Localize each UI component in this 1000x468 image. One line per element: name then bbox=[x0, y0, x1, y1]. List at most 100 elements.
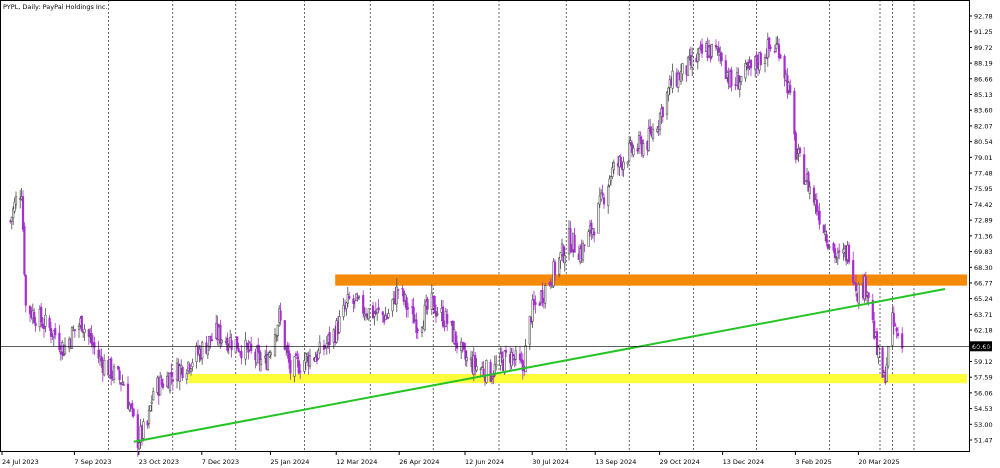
candle-body bbox=[597, 202, 600, 234]
time-axis: 24 Jul 2023 7 Sep 2023 23 Oct 2023 7 Dec 20… bbox=[1, 451, 900, 466]
candle-body bbox=[170, 372, 173, 377]
candle-body bbox=[433, 296, 436, 314]
candle-body bbox=[112, 366, 116, 380]
y-tick-label: 91.25 bbox=[974, 28, 993, 36]
candle-body bbox=[24, 275, 27, 306]
candle-body bbox=[636, 148, 639, 152]
candle-body bbox=[730, 69, 733, 87]
candle-body bbox=[553, 261, 557, 276]
candle-body bbox=[475, 366, 478, 371]
candle-body bbox=[490, 378, 494, 380]
candle-body bbox=[649, 126, 652, 133]
candle-body bbox=[387, 313, 390, 318]
candle-body bbox=[149, 405, 152, 412]
y-tick-label: 57.59 bbox=[974, 374, 993, 382]
candle-body bbox=[838, 250, 841, 253]
candle-body bbox=[122, 384, 125, 386]
y-tick-label: 66.77 bbox=[974, 279, 993, 287]
candle-body bbox=[338, 316, 341, 333]
candle-body bbox=[308, 355, 312, 367]
candle-body bbox=[534, 301, 537, 305]
y-tick-label: 63.71 bbox=[974, 311, 993, 319]
y-tick-label: 89.72 bbox=[974, 44, 993, 52]
candle-body bbox=[602, 197, 606, 205]
candle-body bbox=[436, 313, 439, 316]
candle-body bbox=[793, 90, 796, 135]
candle-body bbox=[266, 354, 270, 370]
candle-body bbox=[220, 339, 223, 343]
y-tick-label: 72.89 bbox=[974, 217, 993, 225]
candle-body bbox=[171, 379, 174, 382]
orange-zone bbox=[335, 274, 967, 286]
y-tick-label: 56.06 bbox=[974, 389, 993, 397]
y-tick-label: 68.30 bbox=[974, 264, 993, 272]
candle-body bbox=[776, 43, 779, 45]
candle-body bbox=[740, 75, 743, 82]
candle-body bbox=[131, 403, 134, 409]
price-chart[interactable]: 60.60 92.7891.2589.7288.1986.6685.1383.6… bbox=[0, 0, 1000, 468]
candle-body bbox=[622, 161, 625, 170]
candle-body bbox=[892, 313, 895, 327]
candle-body bbox=[87, 329, 90, 337]
candle-body bbox=[698, 47, 701, 55]
candle-body bbox=[250, 343, 253, 351]
candle-body bbox=[769, 46, 772, 49]
candle-body bbox=[44, 314, 47, 327]
candle-body bbox=[514, 350, 517, 360]
candle-body bbox=[626, 161, 629, 165]
candle-body bbox=[538, 303, 541, 306]
candle-body bbox=[867, 292, 870, 298]
candle-body bbox=[364, 313, 368, 317]
candle-body bbox=[798, 147, 802, 154]
candle-body bbox=[296, 356, 299, 360]
candle-body bbox=[691, 55, 694, 68]
candle-body bbox=[117, 366, 120, 370]
candle-body bbox=[465, 357, 468, 362]
candle-body bbox=[854, 283, 858, 292]
x-tick-label: 7 Dec 2023 bbox=[202, 458, 239, 466]
candle-body bbox=[808, 186, 811, 194]
candle-body bbox=[259, 359, 263, 366]
x-tick-label: 24 Jul 2023 bbox=[2, 458, 39, 466]
candle-body bbox=[607, 186, 610, 206]
candle-body bbox=[549, 281, 552, 286]
candle-body bbox=[775, 44, 778, 50]
candle-body bbox=[357, 295, 361, 298]
candle-body bbox=[628, 142, 631, 162]
candle-body bbox=[236, 336, 239, 350]
candle-body bbox=[642, 143, 645, 156]
chart-window[interactable]: 60.60 92.78 91.25 89.72 88.19 86.66 85.13 83.6… bbox=[0, 0, 1000, 468]
candle-body bbox=[58, 332, 61, 350]
candle-body bbox=[150, 401, 153, 404]
candle-body bbox=[887, 346, 890, 367]
candle-body bbox=[661, 107, 664, 118]
candle-body bbox=[455, 342, 459, 349]
candle-body bbox=[612, 162, 615, 171]
candle-body bbox=[773, 50, 776, 53]
candle-body bbox=[33, 312, 36, 323]
y-tick-label: 65.24 bbox=[974, 295, 993, 303]
candle-body bbox=[479, 368, 482, 370]
candle-body bbox=[348, 295, 351, 299]
x-tick-label: 13 Dec 2024 bbox=[723, 458, 765, 466]
y-tick-label: 71.36 bbox=[974, 232, 993, 240]
candle-body bbox=[570, 249, 573, 253]
y-tick-label: 82.07 bbox=[974, 122, 993, 130]
yellow-zone bbox=[188, 374, 967, 384]
candle-body bbox=[503, 350, 506, 374]
candle-body bbox=[700, 44, 704, 54]
candle-body bbox=[815, 199, 818, 213]
candle-body bbox=[738, 81, 741, 90]
candle-body bbox=[283, 320, 286, 350]
candle-body bbox=[161, 383, 165, 388]
candle-body bbox=[779, 54, 782, 59]
candle-body bbox=[426, 298, 429, 310]
y-tick-label: 69.83 bbox=[974, 248, 993, 256]
y-tick-label: 83.60 bbox=[974, 107, 993, 115]
candle-body bbox=[651, 128, 655, 139]
x-tick-label: 12 Mar 2024 bbox=[336, 458, 377, 466]
x-tick-label: 23 Oct 2023 bbox=[139, 458, 179, 466]
y-tick-label: 85.13 bbox=[974, 91, 993, 99]
candle-body bbox=[696, 53, 699, 62]
candle-body bbox=[142, 421, 145, 439]
